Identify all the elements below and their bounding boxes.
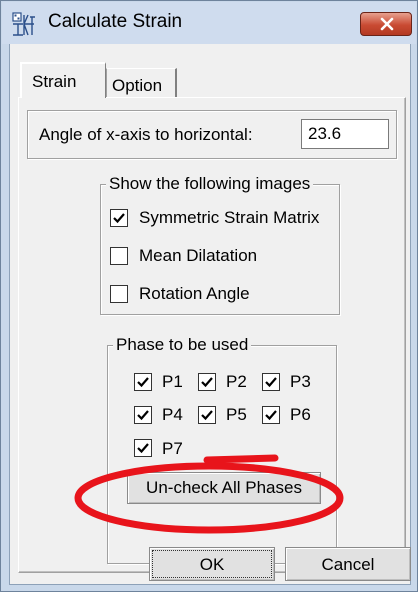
phase-group-title: Phase to be used bbox=[113, 335, 252, 355]
check-icon bbox=[137, 377, 149, 388]
phase-p1-label: P1 bbox=[162, 372, 183, 391]
check-icon bbox=[265, 377, 277, 388]
show-images-group-title: Show the following images bbox=[106, 174, 314, 194]
symmetric-strain-checkbox[interactable] bbox=[110, 209, 128, 227]
phase-p5-label: P5 bbox=[226, 405, 247, 424]
phase-p7-checkbox[interactable] bbox=[134, 439, 152, 457]
phase-p5-checkbox[interactable] bbox=[198, 406, 216, 424]
tab-option-label: Option bbox=[112, 76, 163, 95]
check-icon bbox=[265, 410, 277, 421]
check-icon bbox=[137, 410, 149, 421]
check-icon bbox=[201, 410, 213, 421]
angle-input[interactable]: 23.6 bbox=[301, 119, 389, 149]
check-icon bbox=[113, 213, 125, 224]
dialog-client-area: Strain Option Angle of x-axis to horizon… bbox=[9, 44, 411, 585]
check-icon bbox=[137, 443, 149, 454]
tab-option[interactable]: Option bbox=[106, 68, 177, 98]
phase-p7-label: P7 bbox=[162, 439, 183, 458]
phase-p1-checkbox[interactable] bbox=[134, 373, 152, 391]
uncheck-all-phases-button[interactable]: Un-check All Phases bbox=[127, 472, 321, 504]
phase-p3-label: P3 bbox=[290, 372, 311, 391]
cancel-button[interactable]: Cancel bbox=[285, 547, 411, 581]
strain-app-icon bbox=[12, 12, 36, 36]
ok-button[interactable]: OK bbox=[149, 547, 275, 581]
strain-tab-page: Angle of x-axis to horizontal: 23.6 Show… bbox=[18, 97, 406, 573]
phase-p3-checkbox[interactable] bbox=[262, 373, 280, 391]
rotation-angle-label: Rotation Angle bbox=[139, 284, 250, 303]
close-button[interactable] bbox=[360, 12, 412, 36]
check-icon bbox=[201, 377, 213, 388]
phase-p4-label: P4 bbox=[162, 405, 183, 424]
phase-p6-checkbox[interactable] bbox=[262, 406, 280, 424]
tab-strain-label: Strain bbox=[32, 72, 77, 91]
symmetric-strain-label: Symmetric Strain Matrix bbox=[139, 208, 320, 227]
phase-p6-label: P6 bbox=[290, 405, 311, 424]
phase-p2-checkbox[interactable] bbox=[198, 373, 216, 391]
calculate-strain-dialog: Calculate Strain Strain Option Angle of … bbox=[0, 0, 418, 592]
window-title: Calculate Strain bbox=[48, 11, 183, 32]
mean-dilatation-checkbox[interactable] bbox=[110, 247, 128, 265]
angle-label: Angle of x-axis to horizontal: bbox=[39, 125, 253, 144]
phase-p4-checkbox[interactable] bbox=[134, 406, 152, 424]
tab-strain[interactable]: Strain bbox=[20, 62, 106, 98]
title-bar[interactable]: Calculate Strain bbox=[2, 2, 416, 44]
phase-p2-label: P2 bbox=[226, 372, 247, 391]
mean-dilatation-label: Mean Dilatation bbox=[139, 246, 258, 265]
rotation-angle-checkbox[interactable] bbox=[110, 285, 128, 303]
close-x-icon bbox=[380, 17, 394, 31]
